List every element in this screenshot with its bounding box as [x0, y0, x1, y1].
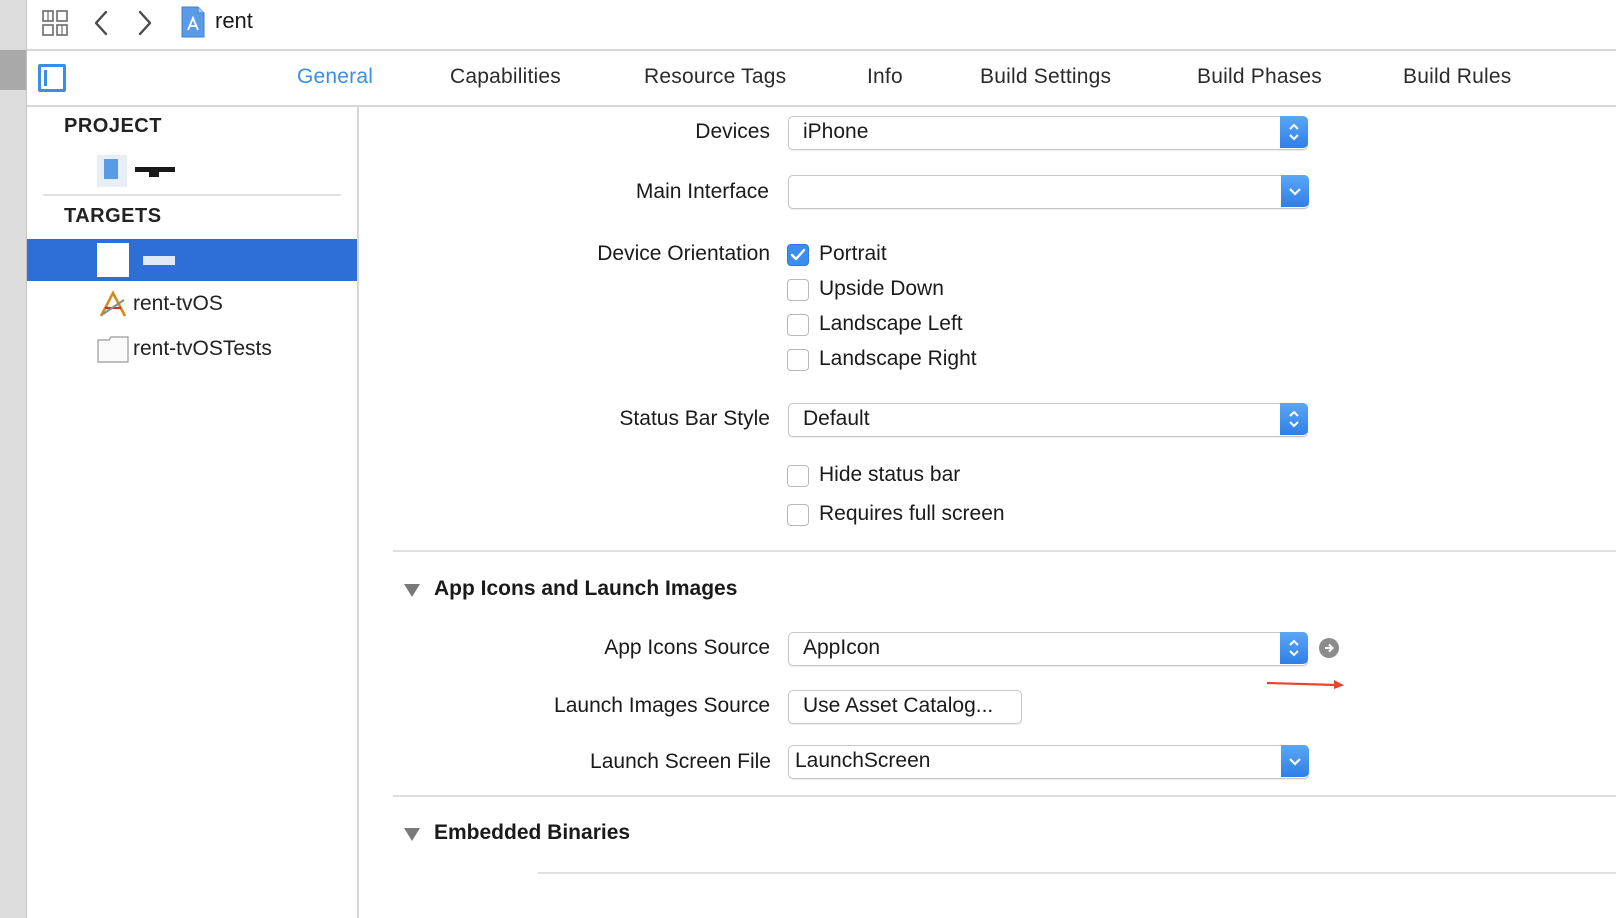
- upside-down-checkbox[interactable]: [787, 279, 809, 301]
- devices-popup[interactable]: iPhone: [788, 116, 1308, 150]
- embedded-binaries-table-top: [538, 872, 1616, 874]
- sidebar-item-label: rent-tvOS: [133, 292, 223, 315]
- hide-status-bar-checkbox[interactable]: [787, 465, 809, 487]
- checkmark-icon: [790, 248, 806, 261]
- gutter-scroll-thumb[interactable]: [0, 50, 26, 90]
- section-separator: [393, 550, 1616, 552]
- launch-screen-file-combo[interactable]: LaunchScreen: [788, 745, 1309, 779]
- tab-general[interactable]: General: [297, 65, 373, 89]
- sidebar-item-rent-tvostests[interactable]: rent-tvOSTests: [27, 329, 357, 371]
- landscape-left-label: Landscape Left: [819, 312, 963, 335]
- disclosure-triangle-icon[interactable]: [404, 584, 420, 597]
- upside-down-label: Upside Down: [819, 277, 944, 300]
- main-interface-label: Main Interface: [635, 180, 769, 203]
- embedded-binaries-section-title[interactable]: Embedded Binaries: [434, 821, 630, 845]
- go-to-asset-arrow-icon[interactable]: [1319, 638, 1339, 658]
- portrait-checkbox[interactable]: [787, 244, 809, 266]
- app-icons-source-value: AppIcon: [803, 636, 881, 659]
- left-gutter: [0, 0, 27, 918]
- app-icons-source-popup[interactable]: AppIcon: [788, 632, 1308, 666]
- related-items-grid-icon[interactable]: [40, 8, 70, 38]
- redacted-target-icon: [97, 243, 129, 277]
- redacted-target-name: [143, 256, 175, 265]
- launch-screen-file-value: LaunchScreen: [795, 749, 931, 772]
- forward-chevron-icon[interactable]: [132, 8, 158, 38]
- devices-label: Devices: [695, 120, 770, 143]
- use-asset-catalog-label: Use Asset Catalog...: [803, 694, 994, 717]
- section-separator: [393, 795, 1616, 797]
- sidebar-divider: [43, 194, 341, 196]
- test-bundle-icon: [97, 335, 129, 363]
- landscape-left-checkbox[interactable]: [787, 314, 809, 336]
- status-bar-style-value: Default: [803, 407, 870, 430]
- requires-full-screen-label: Requires full screen: [819, 502, 1005, 525]
- use-asset-catalog-button[interactable]: Use Asset Catalog...: [788, 690, 1022, 724]
- status-bar-style-label: Status Bar Style: [619, 407, 770, 430]
- tab-info[interactable]: Info: [867, 65, 903, 89]
- app-icons-section-title[interactable]: App Icons and Launch Images: [434, 577, 737, 601]
- editor-tab-bar: General Capabilities Resource Tags Info …: [27, 51, 1616, 107]
- file-title[interactable]: rent: [215, 8, 253, 34]
- tab-build-phases[interactable]: Build Phases: [1197, 65, 1322, 89]
- up-down-stepper-icon: [1280, 116, 1308, 148]
- sidebar-item-label: rent-tvOSTests: [133, 337, 272, 360]
- tvos-app-icon: [97, 288, 129, 320]
- hide-status-bar-label: Hide status bar: [819, 463, 961, 486]
- up-down-stepper-icon: [1280, 403, 1308, 435]
- device-orientation-label: Device Orientation: [597, 242, 770, 265]
- sidebar-item-rent-tvos[interactable]: rent-tvOS: [27, 284, 357, 326]
- project-section-header: PROJECT: [64, 115, 162, 137]
- landscape-right-label: Landscape Right: [819, 347, 977, 370]
- jump-bar: [27, 0, 1616, 51]
- requires-full-screen-checkbox[interactable]: [787, 504, 809, 526]
- tab-resource-tags[interactable]: Resource Tags: [644, 65, 786, 89]
- launch-images-source-label: Launch Images Source: [554, 694, 770, 717]
- tab-build-settings[interactable]: Build Settings: [980, 65, 1111, 89]
- app-icons-source-label: App Icons Source: [604, 636, 770, 659]
- up-down-stepper-icon: [1280, 632, 1308, 664]
- devices-value: iPhone: [803, 120, 869, 143]
- tab-build-rules[interactable]: Build Rules: [1403, 65, 1511, 89]
- project-navigator-sidebar: PROJECT TARGETS rent-tvOS rent-tvOSTests: [27, 107, 359, 918]
- back-chevron-icon[interactable]: [88, 8, 114, 38]
- sidebar-item-project[interactable]: [27, 149, 357, 191]
- landscape-right-checkbox[interactable]: [787, 349, 809, 371]
- chevron-down-icon[interactable]: [1281, 175, 1309, 207]
- portrait-label: Portrait: [819, 242, 887, 265]
- targets-section-header: TARGETS: [64, 205, 162, 227]
- main-interface-combo[interactable]: [788, 175, 1309, 209]
- launch-screen-file-label: Launch Screen File: [590, 750, 771, 773]
- tab-capabilities[interactable]: Capabilities: [450, 65, 561, 89]
- disclosure-triangle-icon[interactable]: [404, 828, 420, 841]
- sidebar-item-selected-target[interactable]: [27, 239, 357, 281]
- redacted-project-name: [135, 165, 175, 177]
- sidebar-toggle-icon[interactable]: [38, 64, 66, 92]
- annotation-arrow-icon: [1266, 678, 1346, 692]
- redacted-project-icon: [97, 155, 127, 187]
- chevron-down-icon[interactable]: [1281, 745, 1309, 777]
- status-bar-style-popup[interactable]: Default: [788, 403, 1308, 437]
- xcode-project-file-icon: [180, 6, 206, 38]
